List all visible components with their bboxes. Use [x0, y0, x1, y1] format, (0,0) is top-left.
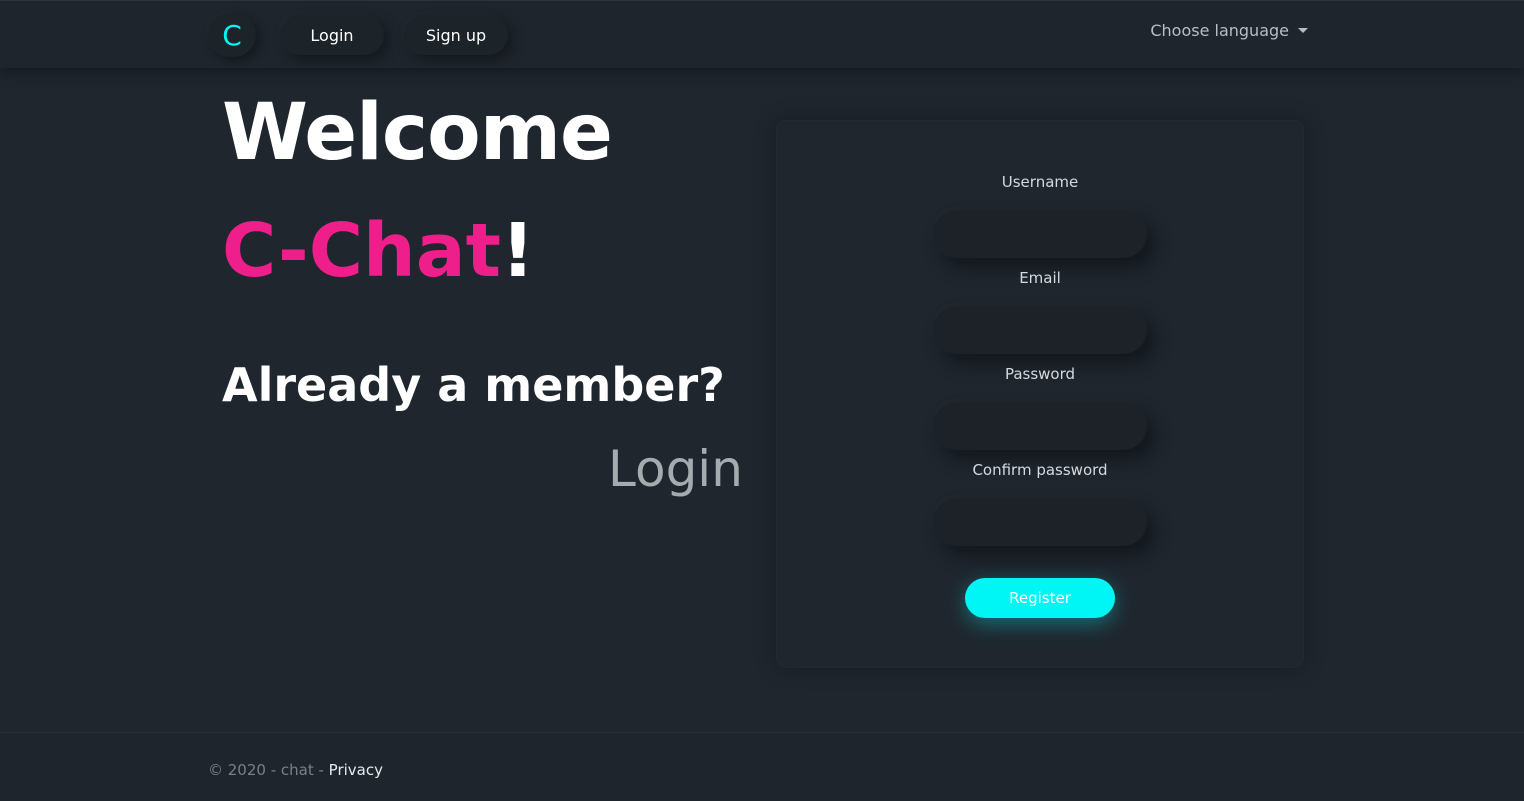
username-label: Username [1001, 173, 1079, 191]
confirm-password-label: Confirm password [972, 461, 1108, 479]
password-label: Password [1004, 365, 1076, 383]
nav-login-button[interactable]: Login [280, 15, 384, 55]
brand-logo[interactable]: C [208, 13, 256, 57]
copyright-text: © 2020 - chat - [208, 761, 329, 779]
footer: © 2020 - chat - Privacy [0, 732, 1524, 801]
register-card: Username Email Password Confirm password… [776, 120, 1304, 668]
app-name-heading: C-Chat! [222, 208, 535, 294]
language-dropdown[interactable]: Choose language [1150, 21, 1308, 40]
email-label: Email [1019, 269, 1061, 287]
login-link[interactable]: Login [608, 440, 743, 498]
nav-signup-button[interactable]: Sign up [404, 15, 508, 55]
password-input[interactable] [933, 402, 1147, 450]
footer-text: © 2020 - chat - Privacy [208, 761, 383, 779]
chevron-down-icon [1298, 28, 1308, 33]
welcome-heading: Welcome [222, 88, 613, 178]
exclamation: ! [501, 208, 535, 294]
member-question: Already a member? [222, 358, 725, 412]
confirm-password-input[interactable] [933, 498, 1147, 546]
privacy-link[interactable]: Privacy [329, 761, 383, 779]
app-name: C-Chat [222, 208, 502, 294]
language-label: Choose language [1150, 21, 1289, 40]
email-input[interactable] [933, 306, 1147, 354]
top-navbar: C Login Sign up Choose language [0, 0, 1524, 68]
username-input[interactable] [933, 210, 1147, 258]
register-button[interactable]: Register [965, 578, 1115, 618]
